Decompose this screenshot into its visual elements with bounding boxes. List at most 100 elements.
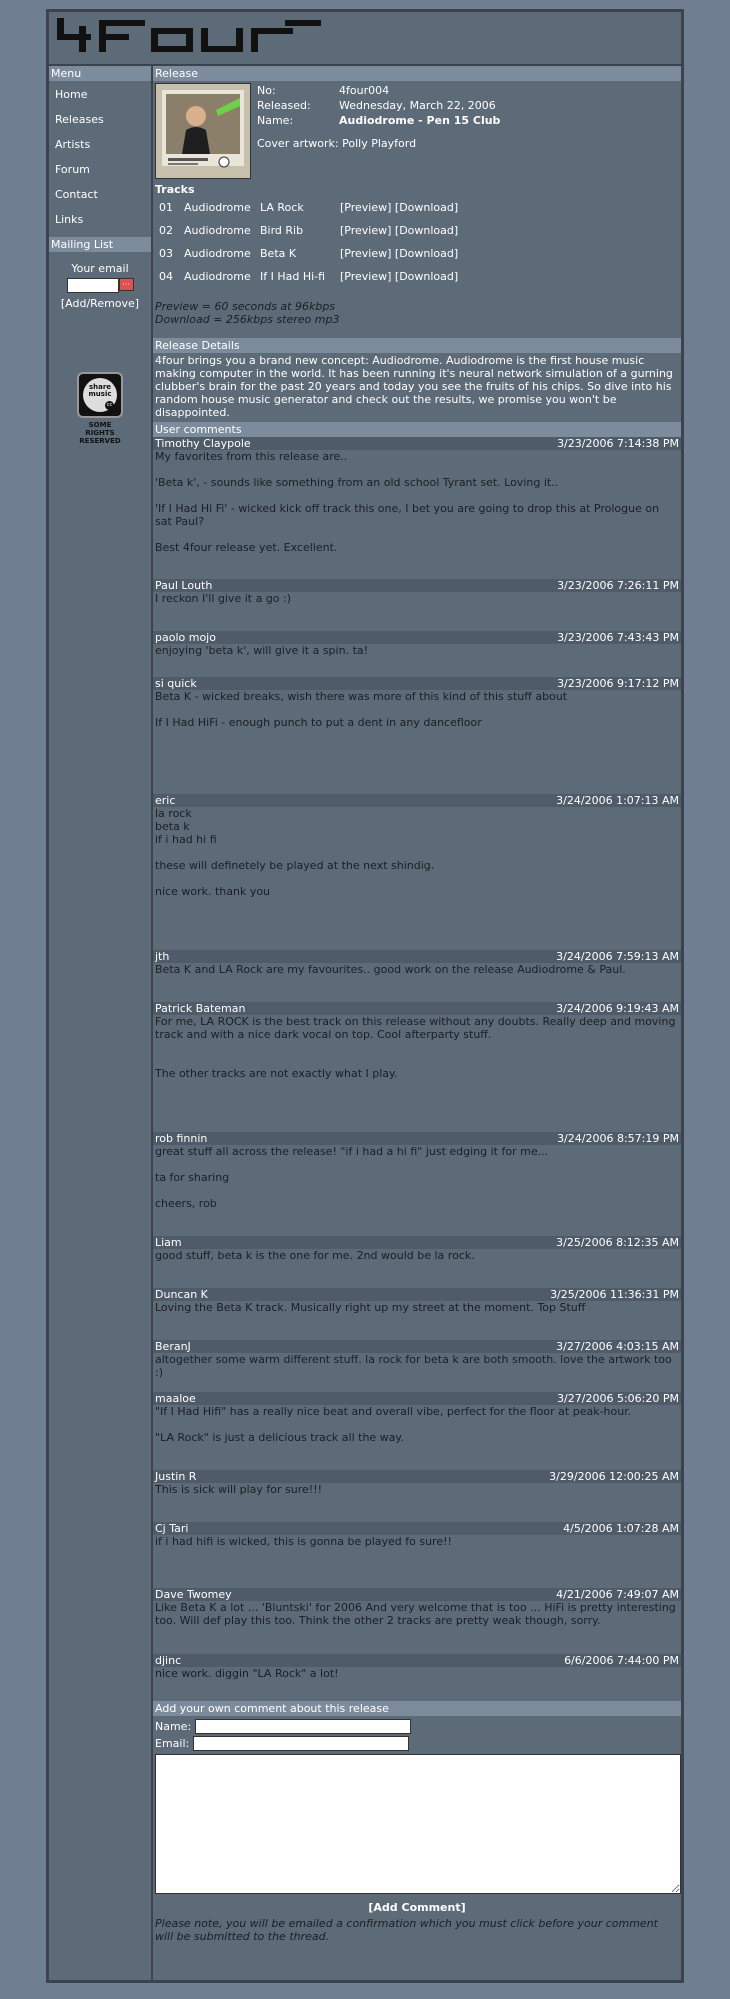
add-comment-button[interactable]: [Add Comment] — [153, 1901, 681, 1914]
no-label: No: — [257, 84, 276, 97]
page-frame: Menu Home Releases Artists Forum Contact… — [46, 9, 684, 1983]
preview-link[interactable]: [Preview] — [340, 270, 391, 283]
preview-note: Preview = 60 seconds at 96kbps — [155, 300, 336, 313]
comment-date: 3/27/2006 5:06:20 PM — [557, 1392, 679, 1405]
comment-text: if i had hifi is wicked, this is gonna b… — [155, 1535, 452, 1548]
comment: si quick 3/23/2006 9:17:12 PM Beta K - wi… — [153, 677, 681, 794]
comment-date: 3/24/2006 9:19:43 AM — [556, 1002, 679, 1015]
comment: Patrick Bateman 3/24/2006 9:19:43 AM For … — [153, 1002, 681, 1132]
sidebar: Menu Home Releases Artists Forum Contact… — [49, 66, 153, 1980]
comment-date: 4/5/2006 1:07:28 AM — [563, 1522, 679, 1535]
track-artist: Audiodrome — [184, 201, 251, 214]
comment-name-input[interactable] — [195, 1719, 412, 1734]
comment-date: 3/23/2006 7:14:38 PM — [557, 437, 679, 450]
comment-text: nice work. diggin "LA Rock" a lot! — [155, 1667, 339, 1680]
comment-author: Timothy Claypole — [155, 437, 251, 450]
tracks-title: Tracks — [155, 183, 195, 196]
user-comments-bar: User comments — [153, 422, 681, 437]
comment-author: si quick — [155, 677, 197, 690]
preview-link[interactable]: [Preview] — [340, 224, 391, 237]
download-link[interactable]: [Download] — [395, 201, 458, 214]
comment-text: My favorites from this release are.. 'Be… — [155, 450, 660, 554]
comment-list: Timothy Claypole 3/23/2006 7:14:38 PM My … — [153, 437, 681, 1701]
track-row: 03 Audiodrome Beta K [Preview] [Download… — [153, 242, 681, 265]
track-title: Beta K — [260, 247, 297, 260]
creative-commons-badge[interactable]: share music cc SOME RIGHTS RESERVED — [75, 372, 125, 445]
comment-author: paolo mojo — [155, 631, 216, 644]
comment-date: 3/29/2006 12:00:25 AM — [549, 1470, 679, 1483]
comment-text: great stuff all across the release! "if … — [155, 1145, 549, 1210]
add-comment-bar: Add your own comment about this release — [153, 1701, 681, 1716]
comment: BeranJ 3/27/2006 4:03:15 AM altogether so… — [153, 1340, 681, 1392]
download-link[interactable]: [Download] — [395, 270, 458, 283]
comment-date: 3/23/2006 7:43:43 PM — [557, 631, 679, 644]
name-row: Name: — [153, 1718, 681, 1735]
cc-icon: cc — [105, 401, 114, 410]
track-title: If I Had Hi-fi — [260, 270, 326, 283]
preview-link[interactable]: [Preview] — [340, 247, 391, 260]
comment-text: "If I Had Hifi" has a really nice beat a… — [155, 1405, 632, 1444]
comment-author: djinc — [155, 1654, 182, 1667]
email-row: Email: — [153, 1735, 681, 1752]
track-row: 04 Audiodrome If I Had Hi-fi [Preview] [… — [153, 265, 681, 288]
comment-author: jth — [155, 950, 170, 963]
comment-author: BeranJ — [155, 1340, 191, 1353]
download-link[interactable]: [Download] — [395, 247, 458, 260]
cover-label: Cover artwork: — [257, 137, 339, 150]
comment-author: Dave Twomey — [155, 1588, 232, 1601]
comment-text: This is sick will play for sure!!! — [155, 1483, 323, 1496]
comment-author: eric — [155, 794, 176, 807]
release-name: Audiodrome - Pen 15 Club — [339, 114, 501, 127]
comment: djinc 6/6/2006 7:44:00 PM nice work. digg… — [153, 1654, 681, 1701]
mailing-form: ··· — [49, 278, 151, 293]
comment-date: 3/25/2006 11:36:31 PM — [550, 1288, 679, 1301]
comment-author: Paul Louth — [155, 579, 213, 592]
confirmation-note: Please note, you will be emailed a confi… — [155, 1917, 658, 1943]
comment: Liam 3/25/2006 8:12:35 AM good stuff, bet… — [153, 1236, 681, 1288]
track-title: Bird Rib — [260, 224, 304, 237]
badge-line-2: music — [88, 390, 112, 398]
preview-link[interactable]: [Preview] — [340, 201, 391, 214]
some-rights-reserved: SOME RIGHTS RESERVED — [79, 421, 121, 445]
add-remove-link[interactable]: [Add/Remove] — [49, 297, 151, 310]
track-artist: Audiodrome — [184, 247, 251, 260]
track-list: 01 Audiodrome LA Rock [Preview] [Downloa… — [153, 196, 681, 288]
cover-art-drawing — [156, 84, 250, 178]
comment: Paul Louth 3/23/2006 7:26:11 PM I reckon … — [153, 579, 681, 631]
site-logo[interactable] — [53, 16, 323, 56]
comment-email-input[interactable] — [193, 1736, 410, 1751]
release-description: 4four brings you a brand new concept: Au… — [155, 354, 673, 419]
track-artist: Audiodrome — [184, 224, 251, 237]
menu-item-links[interactable]: Links — [49, 209, 151, 234]
comment-date: 3/25/2006 8:12:35 AM — [556, 1236, 679, 1249]
comment: maaloe 3/27/2006 5:06:20 PM "If I Had Hif… — [153, 1392, 681, 1470]
menu-item-artists[interactable]: Artists — [49, 134, 151, 159]
comment-author: Patrick Bateman — [155, 1002, 246, 1015]
comment: eric 3/24/2006 1:07:13 AM la rock beta k … — [153, 794, 681, 950]
comment-text: enjoying 'beta k', will give it a spin. … — [155, 644, 369, 657]
comment: Timothy Claypole 3/23/2006 7:14:38 PM My … — [153, 437, 681, 579]
mailing-email-input[interactable] — [66, 278, 119, 293]
comment-text: I reckon I'll give it a go :) — [155, 592, 292, 605]
comment: rob finnin 3/24/2006 8:57:19 PM great stu… — [153, 1132, 681, 1236]
download-link[interactable]: [Download] — [395, 224, 458, 237]
comment-textarea[interactable] — [155, 1754, 681, 1894]
menu-item-home[interactable]: Home — [49, 84, 151, 109]
download-note: Download = 256kbps stereo mp3 — [155, 313, 340, 326]
release-number: 4four004 — [339, 84, 390, 97]
comment-date: 3/24/2006 1:07:13 AM — [556, 794, 679, 807]
menu-item-releases[interactable]: Releases — [49, 109, 151, 134]
comment-text: altogether some warm different stuff. la… — [155, 1353, 676, 1379]
menu-item-contact[interactable]: Contact — [49, 184, 151, 209]
mailing-submit-icon[interactable]: ··· — [118, 278, 134, 291]
track-row: 01 Audiodrome LA Rock [Preview] [Downloa… — [153, 196, 681, 219]
comment: Cj Tari 4/5/2006 1:07:28 AM if i had hifi… — [153, 1522, 681, 1588]
menu-item-forum[interactable]: Forum — [49, 159, 151, 184]
comment-text: Beta K - wicked breaks, wish there was m… — [155, 690, 568, 729]
mailing-list-title: Mailing List — [49, 237, 151, 252]
comment-date: 6/6/2006 7:44:00 PM — [564, 1654, 679, 1667]
email-label: Your email — [71, 262, 129, 275]
comment: Justin R 3/29/2006 12:00:25 AM This is si… — [153, 1470, 681, 1522]
comment-author: Cj Tari — [155, 1522, 189, 1535]
track-number: 02 — [159, 224, 173, 237]
